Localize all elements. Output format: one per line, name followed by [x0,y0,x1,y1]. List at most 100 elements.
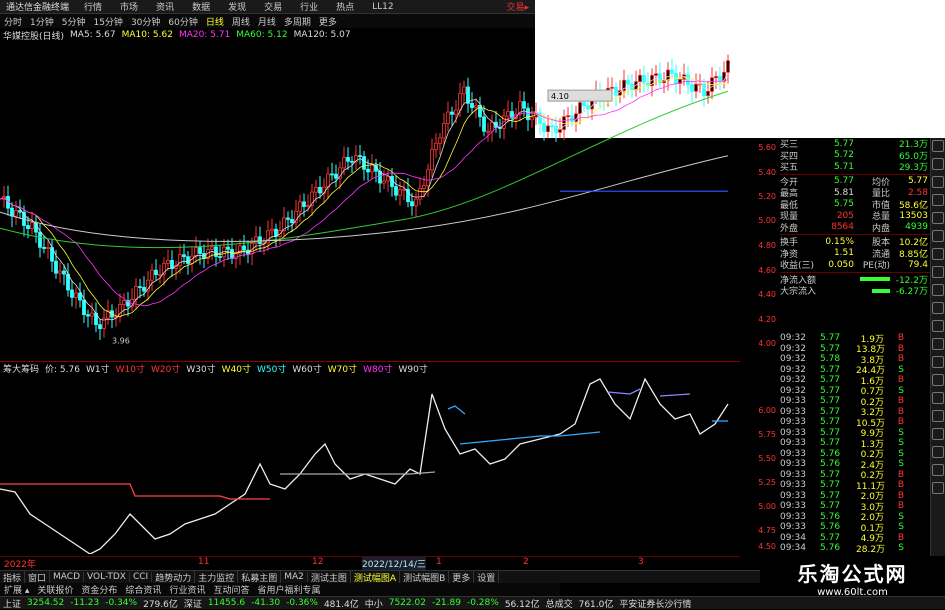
indicator-tab[interactable]: 私募主图 [238,570,282,584]
candle-body [446,111,450,124]
ma-line [0,77,729,317]
toolbar-icon[interactable] [932,284,944,296]
tick-row[interactable]: 09:33 5.77 1.3万 S [780,438,930,450]
tick-row[interactable]: 09:33 5.76 2.0万 S [780,512,930,524]
tick-row[interactable]: 09:32 5.78 3.8万 B [780,354,930,366]
tick-row[interactable]: 09:32 5.77 13.8万 B [780,344,930,356]
menu-item-hot[interactable]: 热点 [327,0,363,13]
indicator-tab[interactable]: MACD [50,572,85,582]
toolbar-icon[interactable] [932,338,944,350]
tick-row[interactable]: 09:33 5.77 0.2万 B [780,470,930,482]
candle-body [418,188,422,200]
menu-item-discover[interactable]: 发现 [219,0,255,13]
tick-row[interactable]: 09:32 5.77 1.9万 B [780,333,930,345]
extension-tab[interactable]: 省用户福利专属 [253,583,324,596]
indicator-chart[interactable] [0,374,740,554]
period-tab[interactable]: 分时 [0,15,26,28]
tick-row[interactable]: 09:33 5.77 3.0万 B [780,501,930,513]
extension-tab[interactable]: 扩展 ▴ [0,583,33,596]
period-tab[interactable]: 多周期 [280,15,315,28]
indicator-tab[interactable]: CCI [130,572,153,582]
tick-row[interactable]: 09:32 5.77 24.4万 S [780,364,930,377]
tick-price: 5.77 [820,375,841,386]
toolbar-icon[interactable] [932,248,944,260]
menu-item-quote[interactable]: 行情 [75,0,111,13]
indicator-tab[interactable]: 测试主图 [308,570,351,584]
tick-row[interactable]: 09:33 5.77 9.9万 S [780,428,930,440]
toolbar-icon[interactable] [932,356,944,368]
toolbar-icon[interactable] [932,428,944,440]
menu-item-market[interactable]: 市场 [111,0,147,13]
period-tab[interactable]: 60分钟 [164,15,201,28]
toolbar-icon[interactable] [932,302,944,314]
tick-row[interactable]: 09:32 5.77 0.7万 S [780,386,930,398]
indicator-tab[interactable]: MA2 [281,572,308,582]
candle-body [398,189,402,196]
indicator-tab[interactable]: 趋势动力 [152,570,196,584]
indicator-tab[interactable]: VOL-TDX [84,572,130,582]
tick-side: S [898,364,904,375]
candle-body [582,102,586,107]
toolbar-icon[interactable] [932,446,944,458]
tick-row[interactable]: 09:33 5.76 2.4万 S [780,459,930,471]
toolbar-icon[interactable] [932,158,944,170]
toolbar-icon[interactable] [932,482,944,494]
toolbar-icon[interactable] [932,320,944,332]
extension-tab[interactable]: 关联报价 [33,583,77,596]
menu-item-industry[interactable]: 行业 [291,0,327,13]
period-tab[interactable]: 15分钟 [89,15,126,28]
tick-row[interactable]: 09:34 5.76 28.2万 S [780,543,930,555]
indicator-tab-settings[interactable]: 设置 [474,570,500,584]
toolbar-icon[interactable] [932,230,944,242]
tick-row[interactable]: 09:33 5.77 0.2万 B [780,396,930,408]
indicator-tab[interactable]: 主力监控 [195,570,239,584]
candlestick-chart[interactable]: 3.964.104.18 [0,41,740,361]
menu-item-data[interactable]: 数据 [183,0,219,13]
toolbar-icon[interactable] [932,140,944,152]
extension-tab[interactable]: 资金分布 [77,583,121,596]
tick-side: B [897,406,904,417]
indicator-tab[interactable]: 窗口 [25,570,51,584]
toolbar-icon[interactable] [932,266,944,278]
tick-row[interactable]: 09:34 5.77 4.9万 B [780,533,930,545]
indicator-tab-active[interactable]: 测试幅图A [351,570,401,584]
period-tab[interactable]: 更多 [315,15,341,28]
toolbar-icon[interactable] [932,392,944,404]
tick-price: 5.77 [820,406,841,417]
toolbar-icon[interactable] [932,464,944,476]
toolbar-icon[interactable] [932,176,944,188]
menu-item-trade[interactable]: 交易 [255,0,291,13]
period-tab[interactable]: 月线 [254,15,280,28]
period-tab[interactable]: 1分钟 [26,15,58,28]
tick-row[interactable]: 09:33 5.76 0.1万 S [780,522,930,534]
candle-body [198,247,202,254]
indicator-tab[interactable]: 指标 [0,570,26,584]
tick-row[interactable]: 09:33 5.77 2.0万 B [780,491,930,503]
tick-row[interactable]: 09:32 5.77 1.6万 B [780,375,930,387]
extension-tab[interactable]: 行业资讯 [165,583,209,596]
period-tab-daily[interactable]: 日线 [202,15,228,28]
indicator-tab[interactable]: 测试幅图B [400,570,450,584]
toolbar-icon[interactable] [932,194,944,206]
tick-row[interactable]: 09:33 5.77 10.5万 B [780,417,930,429]
period-tab[interactable]: 30分钟 [127,15,164,28]
candle-body [62,270,66,275]
trade-link[interactable]: 交易▸ [506,0,535,13]
tick-row[interactable]: 09:33 5.76 0.2万 S [780,449,930,461]
menu-item-news[interactable]: 资讯 [147,0,183,13]
menu-item-ll12[interactable]: LL12 [363,2,402,12]
tick-row[interactable]: 09:33 5.77 11.1万 B [780,480,930,492]
toolbar-icon[interactable] [932,212,944,224]
extension-tab[interactable]: 综合资讯 [121,583,165,596]
tick-row[interactable]: 09:33 5.77 3.2万 B [780,406,930,419]
period-tab[interactable]: 周线 [228,15,254,28]
candle-body [642,74,646,84]
toolbar-icon[interactable] [932,374,944,386]
extension-tab[interactable]: 互动问答 [209,583,253,596]
tick-side: B [897,396,904,407]
period-tab[interactable]: 5分钟 [58,15,90,28]
status-item: -0.36% [286,598,318,608]
tick-list[interactable]: 09:32 5.77 1.9万 B 09:32 5.77 13.8万 B 09:32 5.78 3.… [780,333,930,558]
indicator-tab-more[interactable]: 更多 [449,570,475,584]
toolbar-icon[interactable] [932,410,944,422]
